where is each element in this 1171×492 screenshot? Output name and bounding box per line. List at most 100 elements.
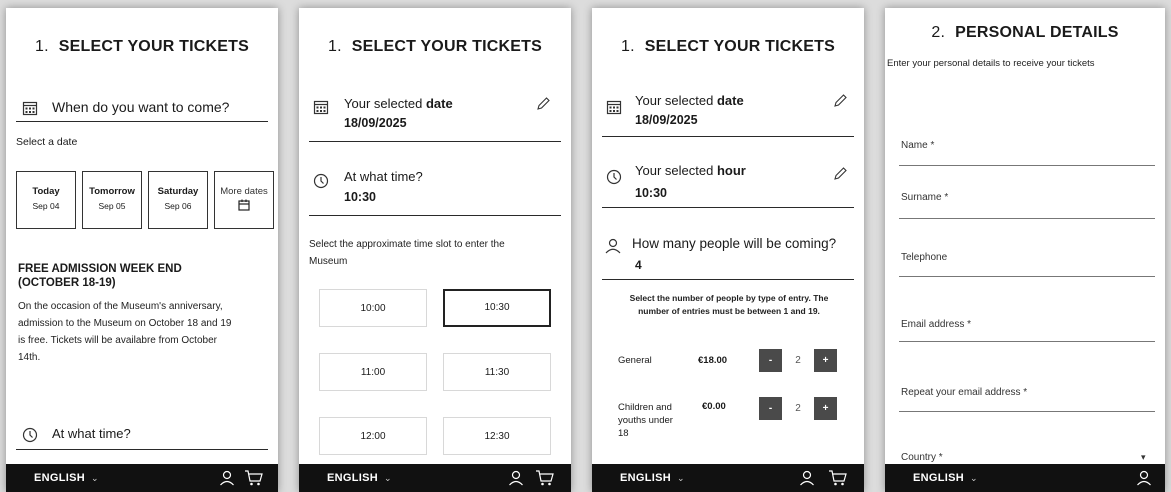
- step-title: 1. SELECT YOUR TICKETS: [6, 38, 278, 56]
- step-title: 1. SELECT YOUR TICKETS: [592, 38, 864, 56]
- caret-down-icon[interactable]: ▾: [1141, 452, 1146, 463]
- language-label: ENGLISH: [327, 472, 378, 484]
- name-field[interactable]: Name *: [901, 140, 934, 151]
- screen-select-time: 1. SELECT YOUR TICKETS Your selected date…: [299, 8, 571, 492]
- time-slot-selected[interactable]: 10:30: [443, 289, 551, 327]
- time-slot[interactable]: 12:30: [443, 417, 551, 455]
- screen-personal-details: 2. PERSONAL DETAILS Enter your personal d…: [885, 8, 1165, 492]
- field-underline: [899, 165, 1155, 166]
- language-selector[interactable]: ENGLISH ⌄: [34, 472, 99, 484]
- user-icon[interactable]: [798, 469, 816, 487]
- more-dates-button[interactable]: More dates: [214, 171, 274, 229]
- language-selector[interactable]: ENGLISH ⌄: [913, 472, 978, 484]
- notice-body-line: is free. Tickets will be availabre from …: [18, 335, 217, 346]
- step-number: 1.: [328, 38, 342, 55]
- step-title-text: PERSONAL DETAILS: [955, 24, 1119, 41]
- surname-field[interactable]: Surname *: [901, 192, 948, 203]
- user-icon[interactable]: [507, 469, 525, 487]
- people-count: 4: [635, 258, 642, 272]
- clock-icon: [22, 427, 38, 443]
- selected-label-bold: hour: [716, 163, 746, 178]
- calendar-icon: [22, 101, 38, 116]
- ticket-type-children: Children and youths under 18: [618, 401, 673, 440]
- divider: [309, 215, 561, 216]
- quantity-value[interactable]: 2: [785, 397, 811, 420]
- cart-icon[interactable]: [244, 469, 264, 487]
- increment-button[interactable]: +: [814, 349, 837, 372]
- step-title-text: SELECT YOUR TICKETS: [351, 38, 542, 55]
- step-number: 1.: [35, 38, 49, 55]
- step-number: 2.: [931, 24, 946, 41]
- time-question[interactable]: At what time?: [52, 426, 131, 441]
- step-title: 2. PERSONAL DETAILS: [885, 24, 1165, 42]
- ticket-price: €18.00: [698, 355, 728, 366]
- selected-label-bold: date: [716, 93, 744, 108]
- ticket-name-line: Children and: [618, 402, 672, 413]
- selected-hour-label: Your selected hour: [635, 163, 746, 178]
- screen-select-date: 1. SELECT YOUR TICKETS When do you want t…: [6, 8, 278, 492]
- ticket-price: €0.00: [702, 401, 726, 412]
- cart-icon[interactable]: [828, 469, 848, 487]
- language-label: ENGLISH: [620, 472, 671, 484]
- more-dates-label: More dates: [220, 186, 268, 197]
- selected-label: Your selected: [635, 163, 714, 178]
- ticket-name-line: 18: [618, 428, 629, 439]
- user-icon: [605, 238, 621, 254]
- user-icon[interactable]: [218, 469, 236, 487]
- pencil-icon[interactable]: [832, 93, 848, 109]
- time-slot[interactable]: 10:00: [319, 289, 427, 327]
- telephone-field[interactable]: Telephone: [901, 252, 947, 263]
- decrement-button[interactable]: -: [759, 349, 782, 372]
- stage: 1. SELECT YOUR TICKETS When do you want t…: [0, 0, 1171, 492]
- selected-label: Your selected: [635, 93, 714, 108]
- divider: [602, 207, 854, 208]
- quantity-value[interactable]: 2: [785, 349, 811, 372]
- time-slot[interactable]: 11:00: [319, 353, 427, 391]
- instruction-line: number of entries must be between 1 and …: [638, 306, 820, 316]
- calendar-icon: [313, 100, 329, 115]
- field-underline: [899, 411, 1155, 412]
- time-slot[interactable]: 12:00: [319, 417, 427, 455]
- repeat-email-field[interactable]: Repeat your email address *: [901, 387, 1027, 398]
- day-card-saturday[interactable]: Saturday Sep 06: [148, 171, 208, 229]
- selected-label: Your selected: [344, 96, 423, 111]
- chevron-down-icon: ⌄: [91, 473, 99, 483]
- increment-button[interactable]: +: [814, 397, 837, 420]
- clock-icon: [606, 169, 622, 185]
- divider: [16, 121, 268, 122]
- pencil-icon[interactable]: [535, 96, 551, 112]
- ticket-name-line: youths under: [618, 415, 673, 426]
- selected-date-label: Your selected date: [635, 93, 744, 108]
- field-underline: [899, 341, 1155, 342]
- time-slot[interactable]: 11:30: [443, 353, 551, 391]
- footer-bar: ENGLISH ⌄: [885, 464, 1165, 492]
- field-underline: [899, 218, 1155, 219]
- step-title: 1. SELECT YOUR TICKETS: [299, 38, 571, 56]
- field-underline: [899, 276, 1155, 277]
- footer-bar: ENGLISH ⌄: [299, 464, 571, 492]
- divider: [16, 449, 268, 450]
- selected-label-bold: date: [425, 96, 453, 111]
- step-title-text: SELECT YOUR TICKETS: [644, 38, 835, 55]
- user-icon[interactable]: [1135, 469, 1153, 487]
- divider: [602, 136, 854, 137]
- decrement-button[interactable]: -: [759, 397, 782, 420]
- footer-bar: ENGLISH ⌄: [592, 464, 864, 492]
- pencil-icon[interactable]: [832, 166, 848, 182]
- language-selector[interactable]: ENGLISH ⌄: [620, 472, 685, 484]
- selected-date-value: 18/09/2025: [344, 116, 407, 130]
- selected-date-label: Your selected date: [344, 96, 453, 111]
- day-card-tomorrow[interactable]: Tomorrow Sep 05: [82, 171, 142, 229]
- calendar-icon: [606, 100, 622, 115]
- step-title-text: SELECT YOUR TICKETS: [58, 38, 249, 55]
- day-name: Saturday: [157, 186, 199, 197]
- cart-icon[interactable]: [535, 469, 555, 487]
- day-card-today[interactable]: Today Sep 04: [16, 171, 76, 229]
- notice-title-line: (OCTOBER 18-19): [18, 277, 116, 289]
- country-select[interactable]: Country *: [901, 452, 943, 463]
- notice-body-line: 14th.: [18, 352, 41, 363]
- day-name: Today: [32, 186, 60, 197]
- language-selector[interactable]: ENGLISH ⌄: [327, 472, 392, 484]
- email-field[interactable]: Email address *: [901, 319, 971, 330]
- date-question: When do you want to come?: [52, 99, 230, 115]
